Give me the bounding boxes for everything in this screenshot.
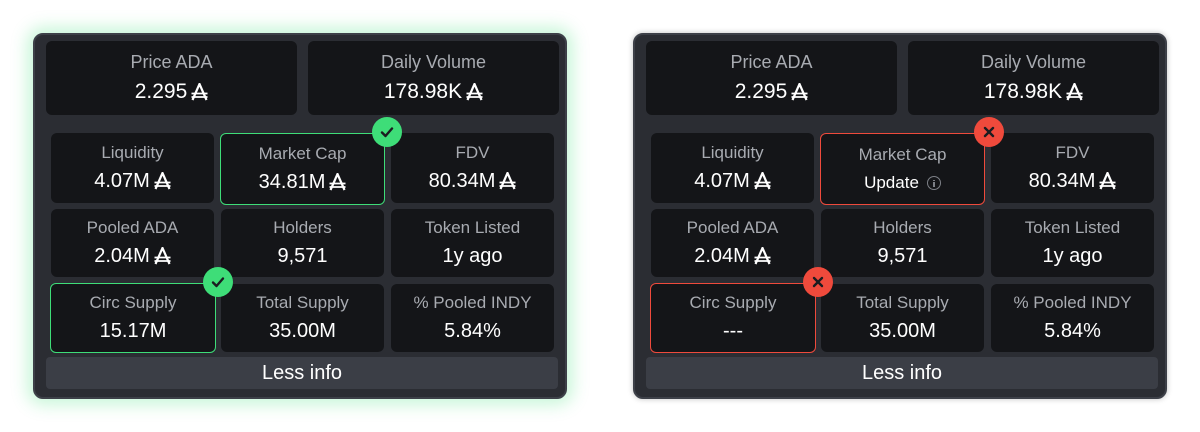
token-listed-label: Token Listed [1024, 218, 1121, 237]
pooled-indy-label: % Pooled INDY [413, 293, 532, 312]
total-supply-label: Total Supply [256, 293, 349, 312]
circ-supply-value: 15.17M [99, 320, 167, 342]
circ-supply-card[interactable]: Circ Supply 15.17M [50, 283, 216, 353]
pooled-indy-value: 5.84% [1044, 320, 1101, 342]
total-supply-value: 35.00M [869, 320, 936, 342]
daily-volume-card: Daily Volume 178.98K [308, 41, 559, 115]
circ-supply-label: Circ Supply [689, 293, 777, 312]
pooled-indy-card: % Pooled INDY 5.84% [991, 284, 1154, 352]
total-supply-card: Total Supply 35.00M [221, 284, 384, 352]
pooled-indy-label: % Pooled INDY [1013, 293, 1132, 312]
liquidity-label: Liquidity [101, 143, 164, 162]
fdv-value: 80.34M [428, 170, 496, 192]
liquidity-label: Liquidity [701, 143, 764, 162]
ada-currency-icon [1099, 172, 1116, 190]
token-listed-card: Token Listed 1y ago [391, 209, 554, 277]
token-stats-panel-invalid: Price ADA 2.295 Daily Volume 178.98K Liq… [633, 33, 1167, 399]
pooled-ada-card: Pooled ADA 2.04M [651, 209, 814, 277]
pooled-indy-value: 5.84% [444, 320, 501, 342]
price-ada-card: Price ADA 2.295 [46, 41, 297, 115]
total-supply-label: Total Supply [856, 293, 949, 312]
price-ada-value: 2.295 [734, 80, 788, 103]
price-ada-value: 2.295 [134, 80, 188, 103]
market-cap-value: 34.81M [258, 171, 326, 193]
pooled-ada-value: 2.04M [694, 245, 750, 267]
token-listed-value: 1y ago [442, 245, 503, 267]
holders-label: Holders [273, 218, 332, 237]
checkmark-icon [372, 117, 402, 147]
market-cap-card[interactable]: Market Cap 34.81M [220, 133, 385, 205]
total-supply-value: 35.00M [269, 320, 336, 342]
token-listed-label: Token Listed [424, 218, 521, 237]
market-cap-label: Market Cap [258, 144, 347, 163]
market-cap-label: Market Cap [858, 145, 947, 164]
token-stats-panel-valid: Price ADA 2.295 Daily Volume 178.98K Liq… [33, 33, 567, 399]
daily-volume-value: 178.98K [383, 80, 463, 103]
token-listed-card: Token Listed 1y ago [991, 209, 1154, 277]
circ-supply-value: --- [723, 320, 743, 342]
ada-currency-icon [154, 247, 171, 265]
fdv-card: FDV 80.34M [991, 133, 1154, 203]
pooled-ada-label: Pooled ADA [686, 218, 779, 237]
liquidity-card: Liquidity 4.07M [51, 133, 214, 203]
token-listed-value: 1y ago [1042, 245, 1103, 267]
liquidity-card: Liquidity 4.07M [651, 133, 814, 203]
less-info-button[interactable]: Less info [646, 357, 1158, 389]
holders-card: Holders 9,571 [221, 209, 384, 277]
fdv-label: FDV [455, 143, 490, 162]
ada-currency-icon [154, 172, 171, 190]
ada-currency-icon [499, 172, 516, 190]
daily-volume-label: Daily Volume [380, 52, 487, 72]
ada-currency-icon [791, 83, 808, 101]
ada-currency-icon [754, 172, 771, 190]
fdv-label: FDV [1055, 143, 1090, 162]
fdv-card: FDV 80.34M [391, 133, 554, 203]
pooled-ada-card: Pooled ADA 2.04M [51, 209, 214, 277]
checkmark-icon [203, 267, 233, 297]
ada-currency-icon [466, 83, 483, 101]
ada-currency-icon [191, 83, 208, 101]
circ-supply-label: Circ Supply [89, 293, 177, 312]
liquidity-value: 4.07M [94, 170, 150, 192]
holders-value: 9,571 [877, 245, 928, 267]
market-cap-card[interactable]: Market Cap Update [820, 133, 985, 205]
price-ada-label: Price ADA [730, 52, 813, 72]
daily-volume-card: Daily Volume 178.98K [908, 41, 1159, 115]
pooled-indy-card: % Pooled INDY 5.84% [391, 284, 554, 352]
holders-label: Holders [873, 218, 932, 237]
pooled-ada-label: Pooled ADA [86, 218, 179, 237]
price-ada-card: Price ADA 2.295 [646, 41, 897, 115]
close-icon [974, 117, 1004, 147]
pooled-ada-value: 2.04M [94, 245, 150, 267]
close-icon [803, 267, 833, 297]
info-icon[interactable] [926, 176, 941, 190]
market-cap-update-link[interactable]: Update [864, 173, 919, 193]
total-supply-card: Total Supply 35.00M [821, 284, 984, 352]
daily-volume-label: Daily Volume [980, 52, 1087, 72]
holders-value: 9,571 [277, 245, 328, 267]
holders-card: Holders 9,571 [821, 209, 984, 277]
daily-volume-value: 178.98K [983, 80, 1063, 103]
price-ada-label: Price ADA [130, 52, 213, 72]
ada-currency-icon [1066, 83, 1083, 101]
circ-supply-card[interactable]: Circ Supply --- [650, 283, 816, 353]
ada-currency-icon [329, 173, 346, 191]
ada-currency-icon [754, 247, 771, 265]
less-info-button[interactable]: Less info [46, 357, 558, 389]
fdv-value: 80.34M [1028, 170, 1096, 192]
liquidity-value: 4.07M [694, 170, 750, 192]
